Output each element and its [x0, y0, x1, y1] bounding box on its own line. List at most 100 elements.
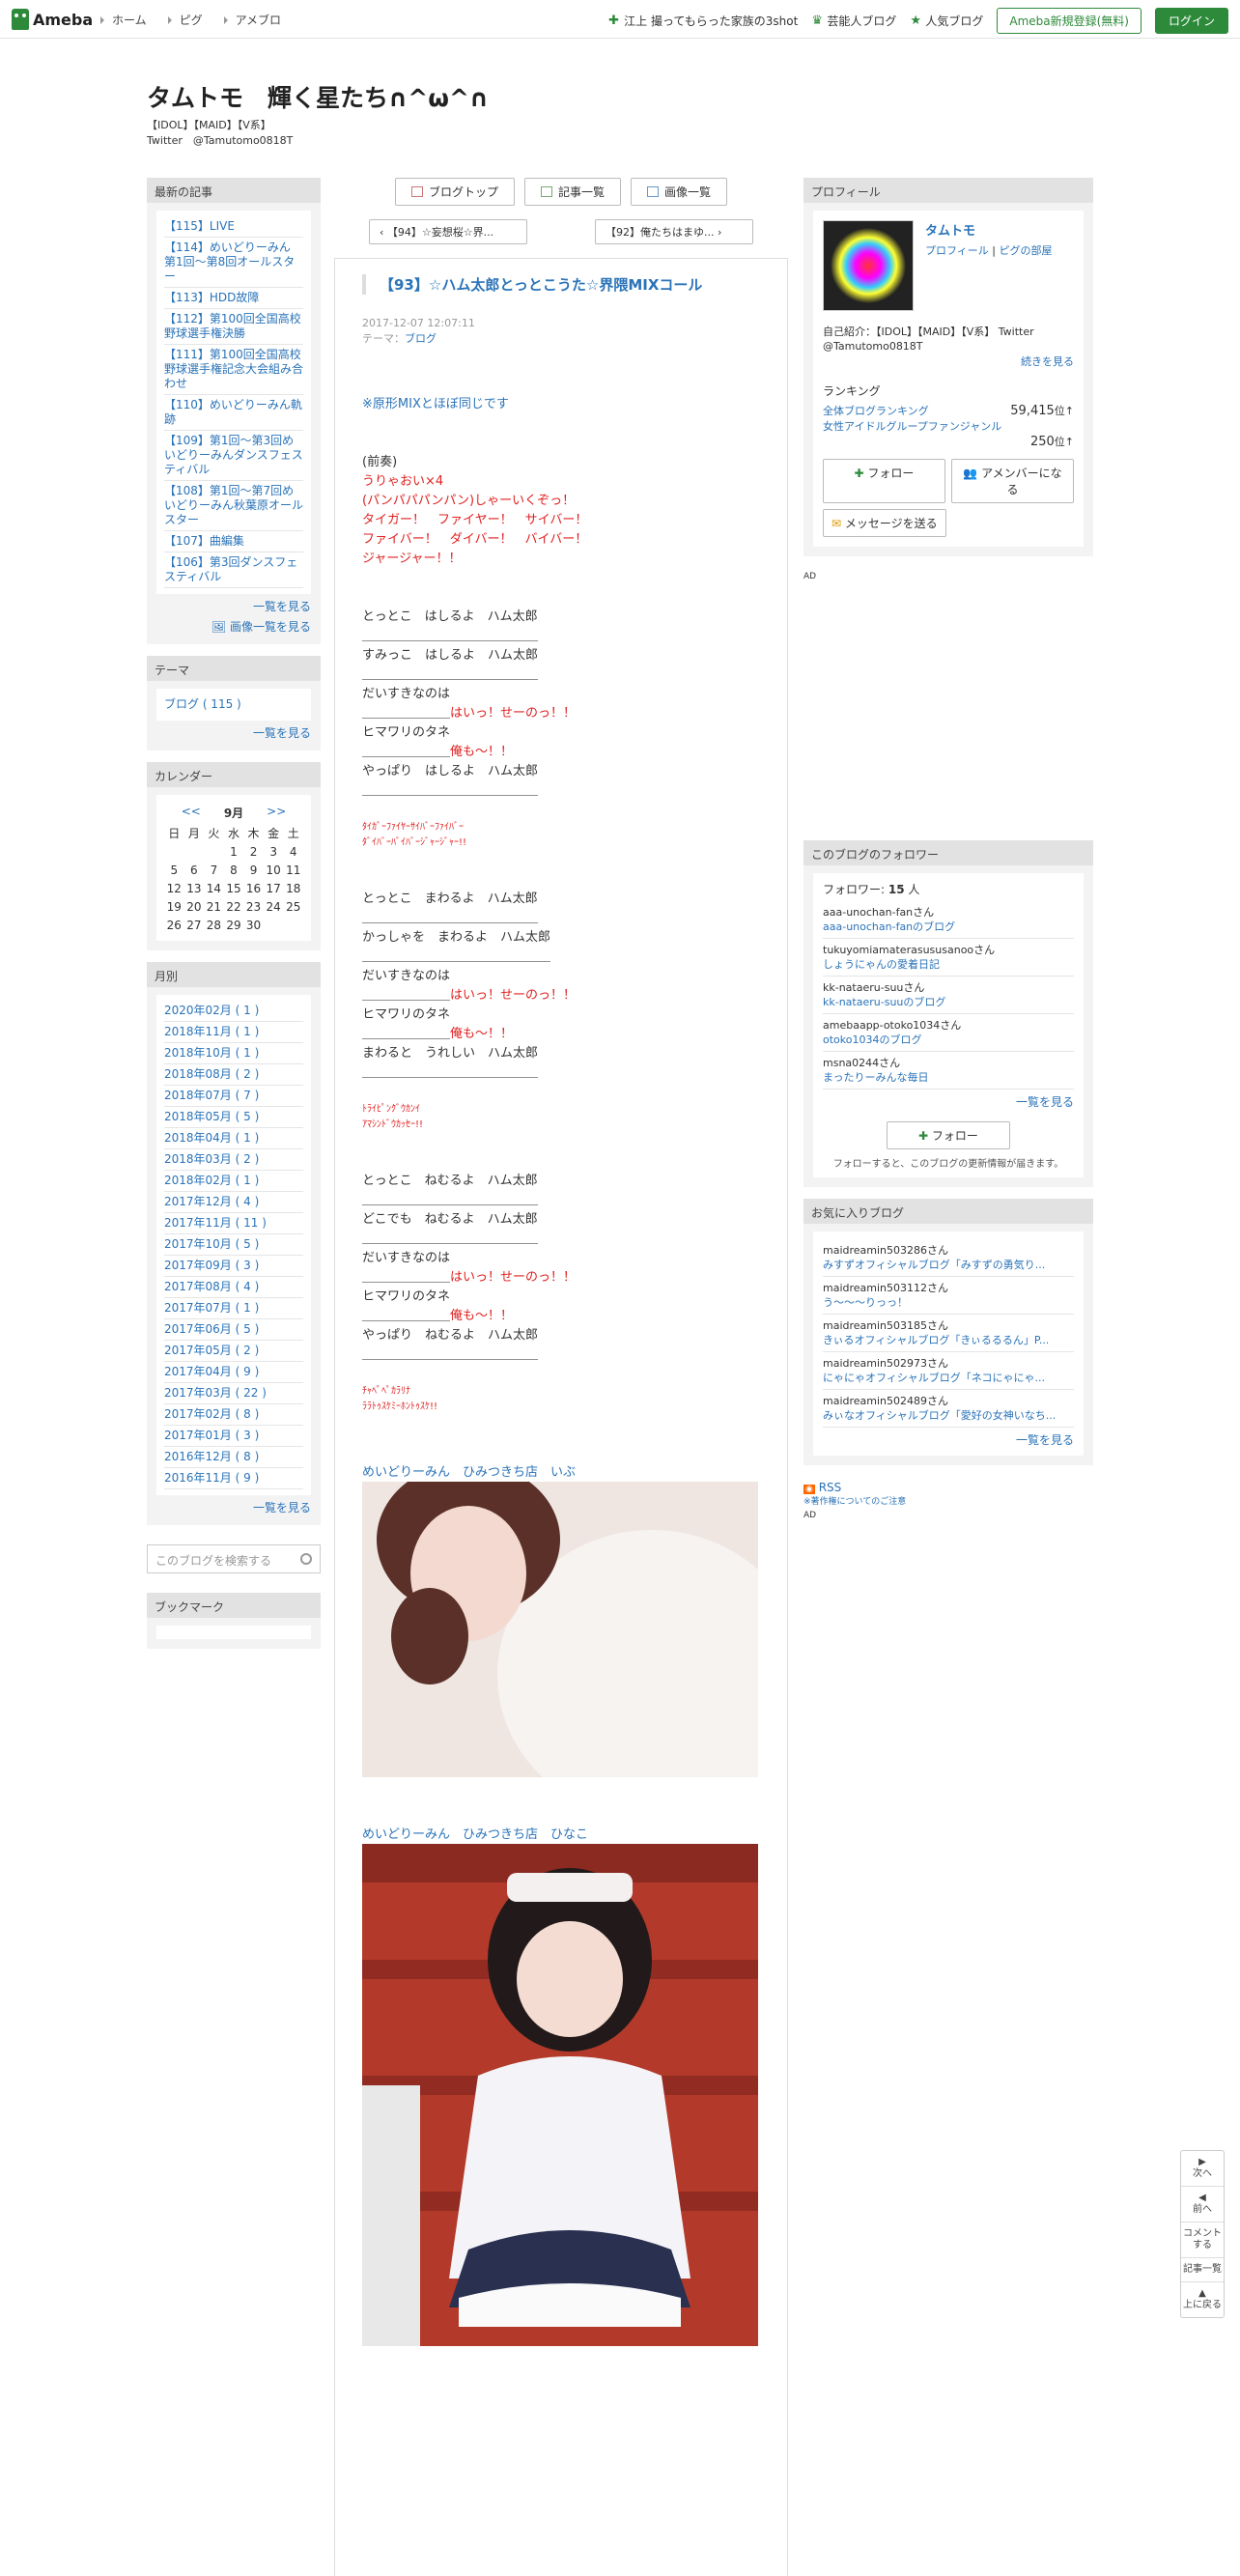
monthly-archive-link[interactable]: 2017年09月 ( 3 ) — [164, 1256, 303, 1277]
monthly-archive-link[interactable]: 2018年08月 ( 2 ) — [164, 1064, 303, 1086]
nav-ameblo[interactable]: アメブロ — [224, 12, 281, 28]
monthly-archive-link[interactable]: 2018年11月 ( 1 ) — [164, 1022, 303, 1043]
follower-blog-link[interactable]: aaa-unochan-fanのブログ — [823, 920, 1074, 934]
recent-article-link[interactable]: 【115】LIVE — [164, 216, 303, 238]
recent-article-link[interactable]: 【107】曲編集 — [164, 531, 303, 552]
fav-blog-link[interactable]: う〜〜〜りっっ！ — [823, 1295, 1074, 1310]
followers-list: aaa-unochan-fanさん aaa-unochan-fanのブログ tuku… — [823, 901, 1074, 1090]
monthly-archive-link[interactable]: 2017年01月 ( 3 ) — [164, 1426, 303, 1447]
followers-more-link[interactable]: 一覧を見る — [823, 1090, 1074, 1110]
photo2-caption[interactable]: めいどりーみん ひみつきち店 ひなこ — [362, 1824, 760, 1842]
recent-article-link[interactable]: 【112】第100回全国高校野球選手権決勝 — [164, 309, 303, 345]
monthly-archive-link[interactable]: 2017年08月 ( 4 ) — [164, 1277, 303, 1298]
follower-blog-link[interactable]: otoko1034のブログ — [823, 1033, 1074, 1047]
monthly-archive-link[interactable]: 2017年12月 ( 4 ) — [164, 1192, 303, 1213]
mail-icon: ✉ — [831, 517, 845, 530]
float-next-button[interactable]: ▶ 次へ — [1181, 2151, 1224, 2187]
rss-icon: ◉ — [803, 1485, 815, 1494]
fav-blog-link[interactable]: きぃるオフィシャルブログ「きぃるるるん」P... — [823, 1333, 1074, 1347]
rss-link[interactable]: RSS — [819, 1481, 842, 1494]
blog-title[interactable]: タムトモ 輝く星たち∩^ω^∩ — [147, 79, 489, 114]
blog-top-button[interactable]: ブログトップ — [394, 178, 515, 206]
article-theme-link[interactable]: ブログ — [405, 332, 437, 345]
login-button[interactable]: ログイン — [1154, 8, 1228, 34]
follower-blog-link[interactable]: まったりーみんな毎日 — [823, 1070, 1074, 1085]
follow-button-2[interactable]: ✚ フォロー — [887, 1121, 1010, 1149]
image-list-button[interactable]: 画像一覧 — [631, 178, 728, 206]
nav-home[interactable]: ホーム — [100, 12, 147, 28]
calendar-day: 12 — [166, 882, 182, 895]
photo-hinako[interactable] — [362, 1844, 758, 2346]
profile-link[interactable]: プロフィール — [925, 244, 989, 257]
float-top-button[interactable]: ▲ 上に戻る — [1181, 2282, 1224, 2317]
message-button[interactable]: ✉ メッセージを送る — [823, 509, 946, 537]
recent-article-link[interactable]: 【108】第1回～第7回めいどりーみん秋葉原オールスター — [164, 481, 303, 531]
recent-article-link[interactable]: 【109】第1回～第3回めいどりーみんダンスフェスティバル — [164, 431, 303, 481]
monthly-archive-link[interactable]: 2017年04月 ( 9 ) — [164, 1362, 303, 1383]
float-list-button[interactable]: 記事一覧 — [1181, 2258, 1224, 2282]
monthly-archive-link[interactable]: 2017年10月 ( 5 ) — [164, 1234, 303, 1256]
monthly-archive-link[interactable]: 2017年02月 ( 8 ) — [164, 1404, 303, 1426]
monthly-archive-link[interactable]: 2017年03月 ( 22 ) — [164, 1383, 303, 1404]
article-list-button[interactable]: 記事一覧 — [523, 178, 621, 206]
fav-blog-link[interactable]: みぃなオフィシャルブログ「愛好の女神いなち... — [823, 1408, 1074, 1423]
monthly-archive-link[interactable]: 2018年05月 ( 5 ) — [164, 1107, 303, 1128]
monthly-archive-link[interactable]: 2016年12月 ( 8 ) — [164, 1447, 303, 1468]
cal-next[interactable]: >> — [267, 805, 286, 821]
recent-article-link[interactable]: 【110】めいどりーみん軌跡 — [164, 395, 303, 431]
fav-blog-link[interactable]: にゃにゃオフィシャルブログ「ネコにゃにゃ... — [823, 1371, 1074, 1385]
cal-prev[interactable]: << — [182, 805, 201, 821]
copyright-link[interactable]: ※著作権についてのご注意 — [803, 1494, 1093, 1507]
profile-name[interactable]: タムトモ — [925, 224, 975, 239]
image-more-link[interactable]: 🖼 画像一覧を見る — [156, 614, 311, 635]
nav-pigg[interactable]: ピグ — [168, 12, 203, 28]
fav-more-link[interactable]: 一覧を見る — [823, 1428, 1074, 1448]
recent-article-link[interactable]: 【106】第3回ダンスフェスティバル — [164, 552, 303, 588]
photo1-caption[interactable]: めいどりーみん ひみつきち店 いぶ — [362, 1461, 760, 1480]
search-icon[interactable] — [300, 1553, 312, 1565]
blog-search-input[interactable]: このブログを検索する — [147, 1544, 321, 1573]
photo-ibu[interactable] — [362, 1482, 758, 1777]
monthly-archive-link[interactable]: 2017年05月 ( 2 ) — [164, 1341, 303, 1362]
amember-button[interactable]: 👥 アメンバーになる — [951, 459, 1074, 503]
popular-blog-link[interactable]: ★ 人気ブログ — [910, 13, 983, 29]
monthly-archive-link[interactable]: 2017年06月 ( 5 ) — [164, 1319, 303, 1341]
profile-avatar[interactable] — [823, 220, 914, 311]
follower-blog-link[interactable]: kk-nataeru-suuのブログ — [823, 995, 1074, 1009]
recent-article-link[interactable]: 【114】めいどりーみん 第1回～第8回オールスター — [164, 238, 303, 288]
monthly-archive-link[interactable]: 2018年02月 ( 1 ) — [164, 1171, 303, 1192]
next-article-button[interactable]: 【92】俺たちはまゆ... › — [595, 219, 753, 244]
recent-article-link[interactable]: 【113】HDD故障 — [164, 288, 303, 309]
recent-more-link[interactable]: 一覧を見る — [156, 594, 311, 614]
featured-link[interactable]: ✚ 江上 撮ってもらった家族の3shot — [608, 13, 798, 29]
follower-blog-link[interactable]: しょうにゃんの愛着日記 — [823, 957, 1074, 972]
monthly-archive-link[interactable]: 2020年02月 ( 1 ) — [164, 1001, 303, 1022]
monthly-archive-link[interactable]: 2017年07月 ( 1 ) — [164, 1298, 303, 1319]
monthly-archive-link[interactable]: 2017年11月 ( 11 ) — [164, 1213, 303, 1234]
fav-blog-link[interactable]: みすずオフィシャルブログ「みすずの勇気り... — [823, 1258, 1074, 1272]
monthly-archive-link[interactable]: 2016年11月 ( 9 ) — [164, 1468, 303, 1489]
follow-button[interactable]: ✚ フォロー — [823, 459, 945, 503]
celeb-blog-link[interactable]: ♛ 芸能人ブログ — [811, 13, 896, 29]
recent-article-link[interactable]: 【111】第100回全国高校野球選手権記念大会組み合わせ — [164, 345, 303, 395]
monthly-archive-link[interactable]: 2018年10月 ( 1 ) — [164, 1043, 303, 1064]
article-title[interactable]: 【93】☆ハム太郎とっとこうた☆界隈MIXコール — [362, 274, 760, 295]
register-button[interactable]: Ameba新規登録(無料) — [997, 8, 1141, 34]
pigg-room-link[interactable]: ピグの部屋 — [999, 244, 1052, 257]
float-list-label: 記事一覧 — [1183, 2264, 1222, 2275]
rank-overall-link[interactable]: 全体ブログランキング — [823, 403, 929, 418]
theme-more-link[interactable]: 一覧を見る — [156, 721, 311, 741]
monthly-archive-link[interactable]: 2018年07月 ( 7 ) — [164, 1086, 303, 1107]
float-comment-button[interactable]: コメントする — [1181, 2222, 1224, 2258]
calendar-header: カレンダー — [147, 762, 321, 787]
float-prev-button[interactable]: ◀ 前へ — [1181, 2187, 1224, 2222]
monthly-archive-link[interactable]: 2018年03月 ( 2 ) — [164, 1149, 303, 1171]
rank-genre-link[interactable]: 女性アイドルグループファンジャンル — [823, 418, 1074, 434]
monthly-more-link[interactable]: 一覧を見る — [156, 1495, 311, 1515]
intro-more-link[interactable]: 続きを見る — [823, 354, 1074, 369]
monthly-archive-link[interactable]: 2018年04月 ( 1 ) — [164, 1128, 303, 1149]
follower-user: msna0244さん — [823, 1057, 901, 1069]
prev-article-button[interactable]: ‹ 【94】☆妄想桜☆界... — [369, 219, 527, 244]
theme-item[interactable]: ブログ ( 115 ) — [164, 694, 303, 715]
ameba-logo[interactable]: Ameba — [12, 9, 93, 30]
